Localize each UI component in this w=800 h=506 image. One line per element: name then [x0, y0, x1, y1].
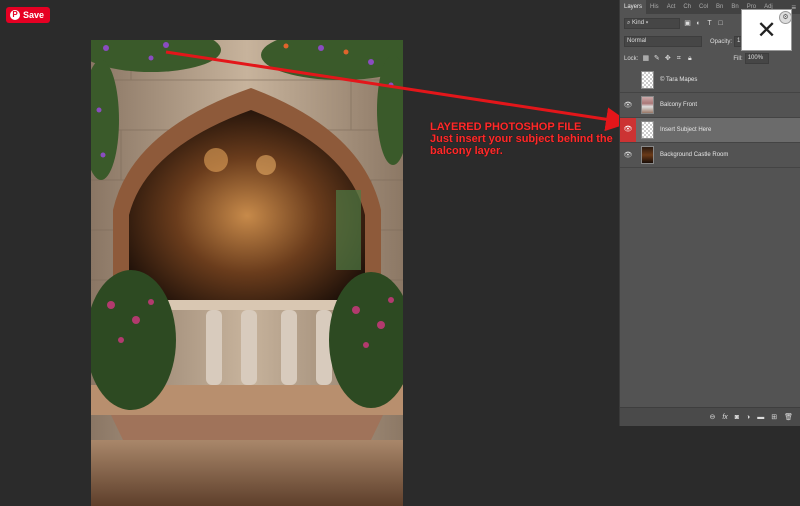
canvas-image [91, 40, 403, 506]
folder-icon[interactable]: ▬ [757, 414, 764, 421]
lock-row: Lock: ▦ ✎ ✥ ⌗ 🔒︎ Fill: 100% [620, 53, 800, 64]
lock-move-icon[interactable]: ✥ [664, 55, 671, 62]
layer-name: © Tara Mapes [660, 77, 698, 83]
close-icon: ✕ [756, 16, 777, 44]
blend-mode-select[interactable]: Normal [624, 36, 702, 47]
pinterest-save-button[interactable]: P Save [6, 7, 51, 23]
blend-mode-value: Normal [627, 38, 647, 44]
link-icon[interactable]: ⊖ [709, 413, 715, 421]
tab-layers[interactable]: Layers [620, 0, 647, 14]
tab-channels[interactable]: Ch [679, 0, 695, 14]
visibility-eye-icon[interactable]: 👁︎ [620, 101, 636, 109]
layers-footer-toolbar: ⊖ fx ◙ ◑ ▬ ⊞ 🗑︎ [620, 407, 800, 426]
filter-pixel-icon[interactable]: ▣ [684, 20, 691, 27]
new-layer-icon[interactable]: ⊞ [771, 413, 777, 421]
opacity-label: Opacity: [710, 38, 733, 45]
lock-artboard-icon[interactable]: ⌗ [675, 55, 682, 62]
annotation-text: LAYERED PHOTOSHOP FILE Just insert your … [430, 121, 620, 157]
adjustment-icon[interactable]: ◑ [746, 414, 750, 421]
lock-transparent-icon[interactable]: ▦ [642, 55, 650, 62]
annotation-line-2: Just insert your subject behind the [430, 133, 613, 145]
annotation-line-1: LAYERED PHOTOSHOP FILE [430, 121, 582, 133]
search-icon: ⌕ [627, 20, 631, 26]
mask-icon[interactable]: ◙ [735, 414, 739, 421]
balcony-scene-illustration [91, 40, 403, 506]
layer-name: Balcony Front [660, 102, 698, 108]
settings-icon[interactable]: ⚙ [779, 11, 792, 24]
tab-actions[interactable]: Act [663, 0, 680, 14]
filter-type-icon[interactable]: T [706, 20, 713, 27]
layer-thumbnail [641, 146, 654, 164]
layer-row[interactable]: 👁︎ © Tara Mapes [620, 68, 800, 93]
layer-row[interactable]: 👁︎ Balcony Front [620, 93, 800, 118]
fill-label: Fill: [733, 55, 743, 62]
filter-kind-label: Kind [632, 20, 645, 26]
visibility-eye-icon[interactable]: 👁︎ [620, 151, 636, 159]
layer-thumbnail [641, 71, 654, 89]
lock-brush-icon[interactable]: ✎ [653, 55, 660, 62]
layer-name: Insert Subject Here [660, 127, 712, 133]
fx-icon[interactable]: fx [722, 414, 727, 421]
lock-label: Lock: [624, 55, 639, 62]
save-label: Save [23, 10, 45, 20]
visibility-eye-icon[interactable]: 👁︎ [620, 76, 636, 84]
layer-name: Background Castle Room [660, 152, 729, 158]
panel-menu-icon[interactable]: ≡ [791, 3, 796, 12]
tab-history[interactable]: His [646, 0, 663, 14]
filter-adjustment-icon[interactable]: ◐ [695, 20, 702, 27]
visibility-eye-icon[interactable]: 👁︎ [620, 118, 636, 142]
filter-shape-icon[interactable]: □ [717, 20, 724, 27]
layer-thumbnail [641, 96, 654, 114]
layers-panel: Layers His Act Ch Col Bn Bn Pro Adj ≡ ⌕ … [619, 0, 800, 426]
tab-brushes[interactable]: Bn [712, 0, 727, 14]
trash-icon[interactable]: 🗑︎ [784, 413, 793, 421]
lock-all-icon[interactable]: 🔒︎ [686, 55, 693, 62]
annotation-line-3: balcony layer. [430, 145, 503, 157]
layer-thumbnail [641, 121, 654, 139]
layer-row[interactable]: 👁︎ Background Castle Room [620, 143, 800, 168]
tab-color[interactable]: Col [695, 0, 712, 14]
filter-kind-select[interactable]: ⌕ Kind ▾ [624, 18, 680, 29]
layer-row[interactable]: 👁︎ Insert Subject Here [620, 118, 800, 143]
fill-field[interactable]: 100% [744, 53, 769, 64]
pinterest-icon: P [10, 10, 20, 20]
